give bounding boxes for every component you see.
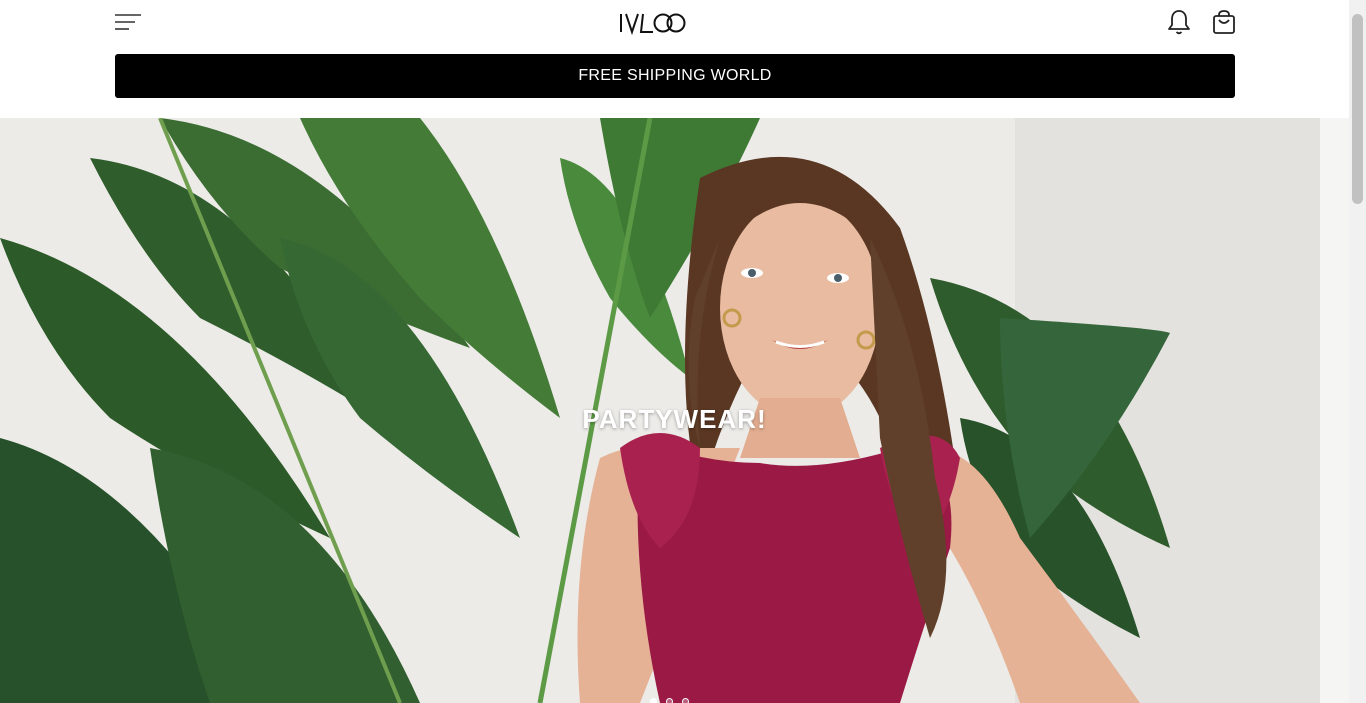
hero-title[interactable]: PARTYWEAR! bbox=[0, 404, 1349, 435]
slider-dots bbox=[650, 698, 689, 703]
page-scrollbar[interactable] bbox=[1349, 0, 1366, 703]
slider-dot-2[interactable] bbox=[666, 698, 673, 703]
slider-dot-1[interactable] bbox=[650, 698, 657, 703]
slider-dot-3[interactable] bbox=[682, 698, 689, 703]
free-shipping-text: FREE SHIPPING WORLD bbox=[578, 67, 772, 84]
scrollbar-thumb[interactable] bbox=[1352, 14, 1363, 204]
site-header: FREE SHIPPING WORLD bbox=[0, 0, 1349, 118]
bell-icon[interactable] bbox=[1166, 8, 1192, 36]
site-logo[interactable] bbox=[617, 8, 689, 36]
shopping-bag-icon[interactable] bbox=[1210, 8, 1238, 36]
hamburger-menu-icon[interactable] bbox=[113, 9, 143, 35]
free-shipping-banner[interactable]: FREE SHIPPING WORLD bbox=[115, 54, 1235, 98]
hero-slider[interactable]: PARTYWEAR! bbox=[0, 118, 1349, 703]
